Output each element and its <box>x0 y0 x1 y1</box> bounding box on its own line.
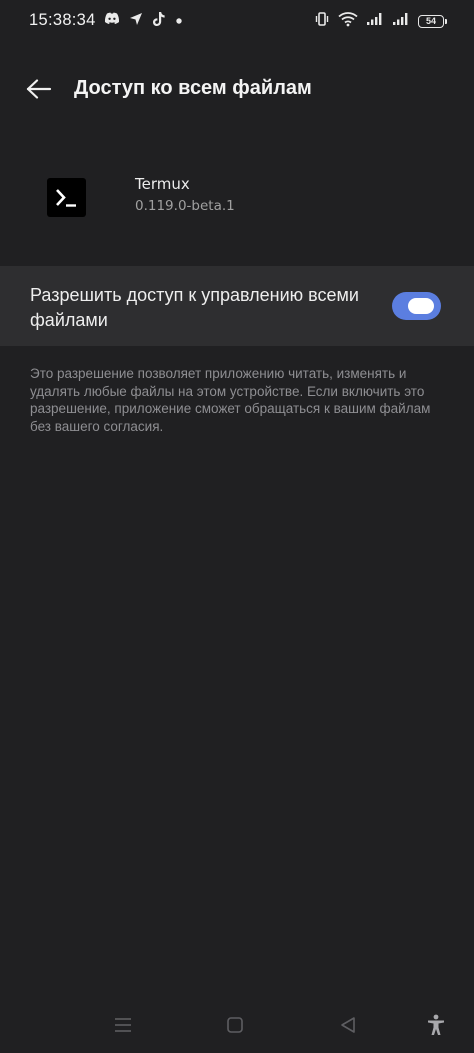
navigation-bar <box>0 1005 474 1045</box>
status-system-icons: 54 <box>306 11 447 32</box>
home-button[interactable] <box>220 1013 250 1037</box>
back-button[interactable] <box>20 72 58 106</box>
app-name: Termux <box>135 175 190 193</box>
recent-apps-button[interactable] <box>108 1013 138 1037</box>
all-files-access-switch[interactable] <box>392 292 441 320</box>
permission-description: Это разрешение позволяет приложению чита… <box>30 366 431 434</box>
nav-back-button[interactable] <box>333 1013 363 1037</box>
signal-icon <box>366 12 384 31</box>
dot-icon <box>175 12 183 30</box>
status-notification-icons <box>104 11 192 32</box>
termux-app-icon <box>47 178 86 217</box>
location-arrow-icon <box>129 12 143 31</box>
all-files-access-setting[interactable]: Разрешить доступ к управлению всеми файл… <box>0 266 474 346</box>
tiktok-icon <box>152 11 166 32</box>
discord-icon <box>104 12 120 30</box>
menu-icon <box>115 1018 131 1032</box>
app-info: Termux 0.119.0-beta.1 <box>0 160 474 240</box>
accessibility-button[interactable] <box>421 1013 451 1037</box>
signal-icon <box>392 12 410 31</box>
app-version: 0.119.0-beta.1 <box>135 198 235 214</box>
status-time: 15:38:34 <box>29 11 96 29</box>
battery-icon: 54 <box>418 14 447 28</box>
switch-knob <box>408 298 434 314</box>
arrow-left-icon <box>26 79 52 99</box>
wifi-icon <box>338 11 358 32</box>
back-icon <box>341 1017 355 1033</box>
vibrate-icon <box>314 11 330 32</box>
status-bar: 15:38:34 54 <box>0 0 474 44</box>
home-icon <box>227 1017 243 1033</box>
app-bar: Доступ ко всем файлам <box>0 58 474 118</box>
setting-label: Разрешить доступ к управлению всеми файл… <box>30 285 359 330</box>
accessibility-icon <box>428 1014 444 1035</box>
battery-level: 54 <box>425 15 436 26</box>
page-title: Доступ ко всем файлам <box>74 77 312 99</box>
